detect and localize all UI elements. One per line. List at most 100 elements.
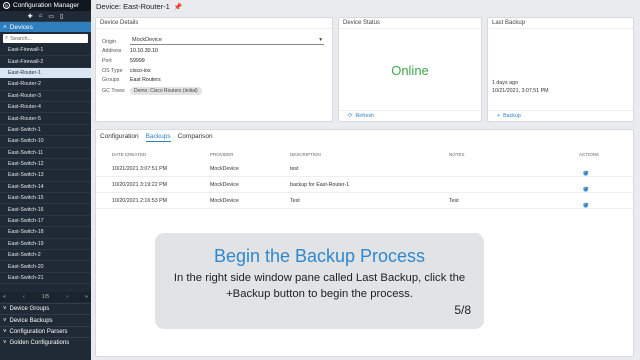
device-list-item[interactable]: East-Switch-19 xyxy=(0,239,91,251)
tab-bar: Configuration Backups Comparison xyxy=(100,133,213,142)
device-list-item[interactable]: East-Router-5 xyxy=(0,113,91,125)
sidebar-section-devices[interactable]: ˄ Devices xyxy=(0,22,91,32)
device-list-item[interactable]: East-Switch-17 xyxy=(0,216,91,228)
last-page-icon[interactable]: » xyxy=(85,294,88,300)
chevron-down-icon: ˅ xyxy=(3,306,7,313)
address-label: Address xyxy=(102,48,122,54)
cell-provider: MockDevice xyxy=(210,181,239,188)
device-status-card: Device Status Online ⟳ Refresh xyxy=(338,17,482,122)
gc-tree-chip[interactable]: Demo: Cisco Routers (initial) xyxy=(130,87,202,95)
view-icon[interactable]: ◉ xyxy=(583,201,589,209)
device-list-item[interactable]: East-Router-3 xyxy=(0,91,91,102)
port-value: 59999 xyxy=(130,58,145,64)
device-list-item[interactable]: East-Switch-2 xyxy=(0,250,91,262)
search-input[interactable]: ⌕ Search... xyxy=(3,34,88,43)
origin-value: MockDevice xyxy=(132,37,162,43)
tab-comparison[interactable]: Comparison xyxy=(178,133,213,142)
card-title: Device Details xyxy=(96,18,332,29)
device-list: East-Firewall-1 East-Firewall-2 East-Route… xyxy=(0,45,91,285)
sidebar: ◎ Configuration Manager ✚ ⌂ ▭ ▯ ˄ Device… xyxy=(0,0,91,360)
pin-icon[interactable]: 📌 xyxy=(174,3,183,11)
device-list-item[interactable]: East-Switch-18 xyxy=(0,227,91,239)
device-list-item[interactable]: East-Switch-11 xyxy=(0,148,91,159)
card-title: Last Backup xyxy=(488,18,633,29)
device-list-item[interactable]: East-Firewall-2 xyxy=(0,56,91,68)
refresh-button[interactable]: ⟳ Refresh xyxy=(339,110,481,121)
os-label: OS Type xyxy=(102,68,123,74)
folder-icon[interactable]: ▭ xyxy=(48,13,54,20)
chevron-down-icon: ˅ xyxy=(3,328,7,335)
device-list-item[interactable]: East-Switch-20 xyxy=(0,261,91,273)
cell-date: 10/21/2021 3:07:51 PM xyxy=(112,165,168,172)
sidebar-section[interactable]: ˅ Device Backups xyxy=(0,314,91,325)
cell-date: 10/20/2021 3:19:22 PM xyxy=(112,181,168,188)
page-header: Device: East-Router-1 📌 xyxy=(91,0,640,13)
view-icon[interactable]: ◉ xyxy=(583,185,589,193)
sidebar-section[interactable]: ˅ Device Groups xyxy=(0,303,91,314)
device-list-item[interactable]: East-Router-4 xyxy=(0,102,91,114)
page-title: Device: East-Router-1 xyxy=(96,2,170,11)
address-row: Address 10.10.30.10 xyxy=(102,48,158,54)
prev-page-icon[interactable]: ‹ xyxy=(23,294,25,300)
table-header: DATE CREATED PROVIDER DESCRIPTION NOTES … xyxy=(96,152,633,160)
search-placeholder: Search... xyxy=(10,35,33,42)
backup-timestamp: 10/21/2021, 3:07:51 PM xyxy=(492,87,549,94)
sidebar-sections: ˅ Device Groups ˅ Device Backups ˅ Configurat… xyxy=(0,303,91,349)
device-list-item[interactable]: East-Switch-10 xyxy=(0,136,91,148)
port-row: Port 59999 xyxy=(102,58,145,64)
device-list-item[interactable]: East-Router-2 xyxy=(0,79,91,91)
column-header: NOTES xyxy=(449,152,465,157)
table-row[interactable]: 10/21/2021 3:07:51 PM MockDevice test ⇄ ◉ xyxy=(96,161,633,177)
next-page-icon[interactable]: › xyxy=(66,294,68,300)
device-list-item[interactable]: East-Switch-12 xyxy=(0,159,91,171)
backup-button[interactable]: + Backup xyxy=(488,110,633,121)
origin-select[interactable]: MockDevice ▾ xyxy=(130,36,324,45)
status-value: Online xyxy=(391,63,429,78)
device-list-item[interactable]: East-Switch-13 xyxy=(0,170,91,182)
device-list-item[interactable]: East-Switch-15 xyxy=(0,193,91,205)
section-label: Device Groups xyxy=(9,306,50,313)
cell-date: 10/20/2021 2:16:53 PM xyxy=(112,197,168,204)
device-list-item[interactable]: East-Switch-14 xyxy=(0,182,91,194)
refresh-label: Refresh xyxy=(355,113,374,119)
device-list-item[interactable]: East-Switch-1 xyxy=(0,125,91,137)
gc-row: GC Trees Demo: Cisco Routers (initial) xyxy=(102,87,202,95)
tutorial-title: Begin the Backup Process xyxy=(213,246,426,266)
section-label: Devices xyxy=(9,23,33,31)
column-header: DATE CREATED xyxy=(112,152,147,157)
sidebar-section[interactable]: ˅ Configuration Parsers xyxy=(0,325,91,337)
home-icon[interactable]: ⌂ xyxy=(39,13,43,19)
groups-label: Groups xyxy=(102,77,120,83)
groups-row: Groups East Routers xyxy=(102,77,161,83)
cell-provider: MockDevice xyxy=(210,165,239,172)
card-title: Device Status xyxy=(339,18,481,29)
device-details-card: Device Details Origin MockDevice ▾ Addre… xyxy=(95,17,333,122)
first-page-icon[interactable]: « xyxy=(3,294,6,300)
chevron-up-icon: ˄ xyxy=(3,23,7,31)
table-row[interactable]: 10/20/2021 2:16:53 PM MockDevice Test Test ⇄… xyxy=(96,193,633,209)
cell-description: backup for East-Router-1 xyxy=(290,181,350,188)
sidebar-section[interactable]: ˅ Golden Configurations xyxy=(0,337,91,348)
device-list-item[interactable]: East-Router-1 xyxy=(0,67,91,80)
device-list-item[interactable]: East-Firewall-1 xyxy=(0,45,91,57)
tab-backups[interactable]: Backups xyxy=(145,133,171,142)
add-icon[interactable]: ✚ xyxy=(28,13,33,20)
tutorial-body: In the right side window pane called Las… xyxy=(173,272,466,300)
sidebar-toolbar: ✚ ⌂ ▭ ▯ xyxy=(0,11,91,22)
origin-label: Origin xyxy=(102,39,117,45)
device-list-item[interactable]: East-Switch-16 xyxy=(0,204,91,216)
page-indicator: 1/5 xyxy=(41,294,50,300)
chevron-down-icon: ˅ xyxy=(3,340,7,347)
port-label: Port xyxy=(102,58,112,64)
column-header: PROVIDER xyxy=(210,152,234,157)
tab-configuration[interactable]: Configuration xyxy=(100,133,139,142)
table-row[interactable]: 10/20/2021 3:19:22 PM MockDevice backup fo… xyxy=(96,177,633,193)
backup-info: 1 days ago 10/21/2021, 3:07:51 PM xyxy=(492,80,549,95)
device-list-item[interactable]: East-Switch-21 xyxy=(0,273,91,285)
file-icon[interactable]: ▯ xyxy=(60,13,63,20)
backup-ago: 1 days ago xyxy=(492,80,518,86)
cell-description: Test xyxy=(290,197,300,204)
app-title: Configuration Manager xyxy=(13,2,80,9)
groups-value: East Routers xyxy=(130,77,161,83)
view-icon[interactable]: ◉ xyxy=(583,169,589,177)
